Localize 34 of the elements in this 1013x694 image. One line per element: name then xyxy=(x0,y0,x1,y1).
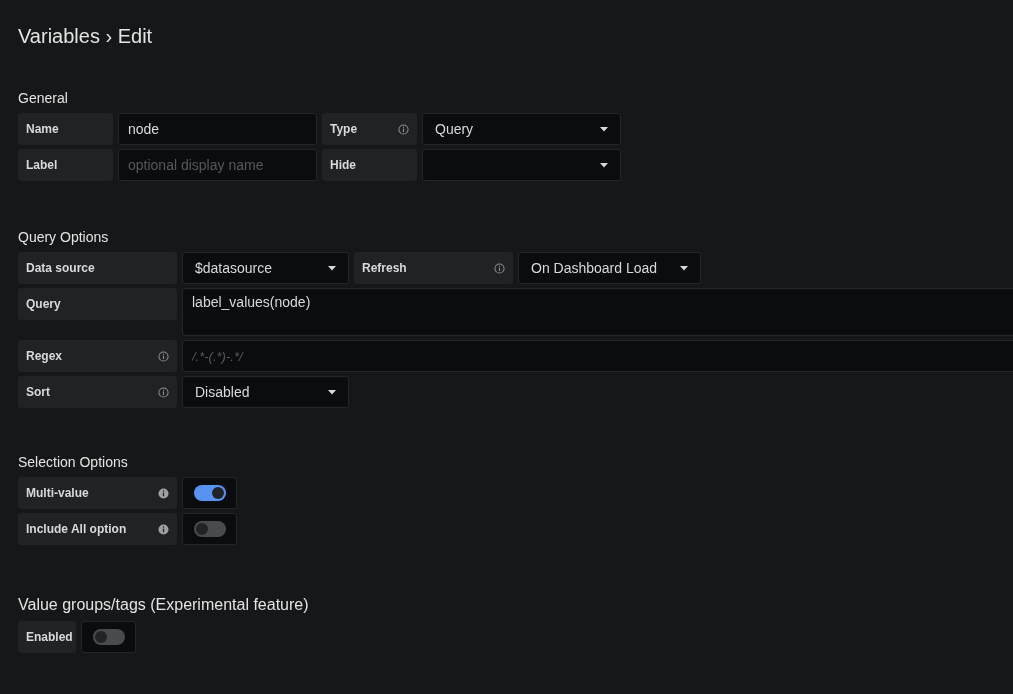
section-heading: Value groups/tags (Experimental feature) xyxy=(18,595,310,615)
label-text: Type xyxy=(330,122,358,136)
caret-icon xyxy=(680,265,688,271)
caret-icon xyxy=(328,389,336,395)
caret-icon xyxy=(600,162,608,168)
label-text: Query xyxy=(26,297,61,311)
label-text: Data source xyxy=(26,261,95,275)
label-text: Refresh xyxy=(362,261,407,275)
label-text: Enabled xyxy=(26,630,73,644)
caret-icon xyxy=(328,265,336,271)
dropdown[interactable]: Query xyxy=(422,113,621,145)
toggle-switch[interactable] xyxy=(193,521,226,537)
text-field[interactable]: node xyxy=(118,113,317,145)
label-text: Hide xyxy=(330,158,356,172)
dropdown[interactable] xyxy=(422,149,621,181)
section-heading: Query Options xyxy=(18,229,110,245)
label-text: Regex xyxy=(26,349,63,363)
label-text: Include All option xyxy=(26,522,127,536)
label-text: Multi-value xyxy=(26,486,89,500)
label-text: Sort xyxy=(26,385,50,399)
label-text: Name xyxy=(26,122,59,136)
section-heading: General xyxy=(18,90,69,106)
toggle-switch[interactable] xyxy=(92,629,125,645)
section-heading: Selection Options xyxy=(18,454,129,470)
dropdown[interactable]: $datasource xyxy=(182,252,349,284)
regex-field[interactable]: /.*-(.*)-.*/ xyxy=(182,340,1013,372)
toggle-switch[interactable] xyxy=(193,485,226,501)
dropdown[interactable]: On Dashboard Load xyxy=(518,252,701,284)
caret-icon xyxy=(600,126,608,132)
dropdown[interactable]: Disabled xyxy=(182,376,349,408)
query-field[interactable]: label_values(node) xyxy=(182,288,1013,336)
label-text: Label xyxy=(26,158,58,172)
text-field[interactable]: optional display name xyxy=(118,149,317,181)
page-title: Variables › Edit xyxy=(18,24,154,49)
